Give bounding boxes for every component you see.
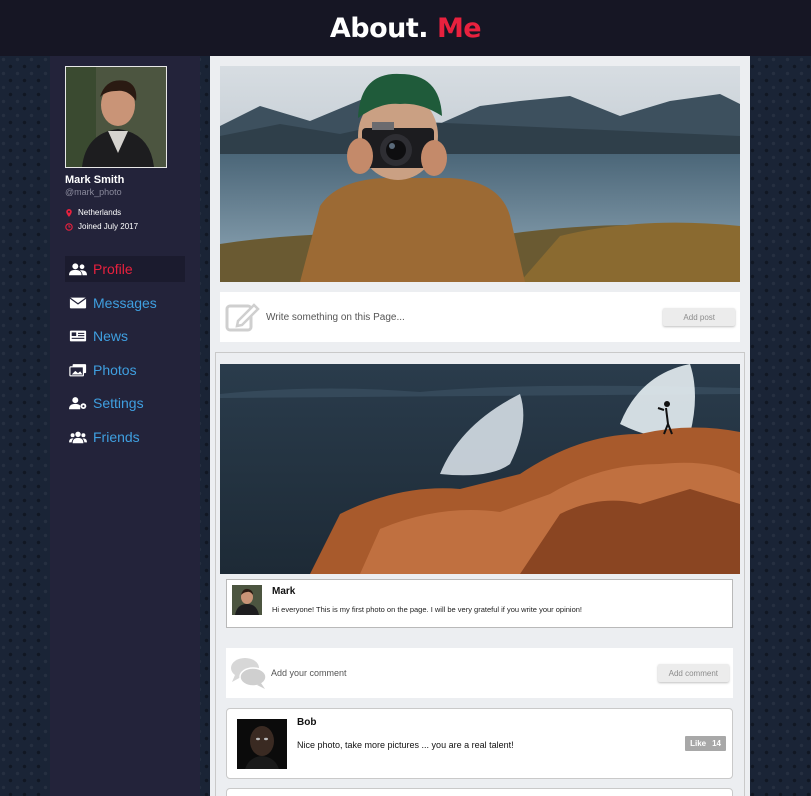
post-input[interactable] — [266, 311, 664, 323]
joined-text: Joined July 2017 — [78, 222, 139, 231]
envelope-icon — [69, 297, 87, 308]
nav-label: Friends — [93, 428, 140, 445]
site-logo[interactable]: About. Me — [329, 12, 482, 44]
map-pin-icon — [66, 208, 72, 217]
comment-author[interactable]: Bob — [297, 717, 316, 728]
logo-accent: Me — [436, 12, 482, 44]
cover-photo — [220, 66, 740, 282]
clock-icon — [65, 222, 73, 231]
profile-name: Mark Smith — [65, 174, 125, 186]
post-text: Hi everyone! This is my first photo on t… — [272, 605, 583, 614]
nav-label: Photos — [93, 361, 137, 378]
location-text: Netherlands — [78, 208, 122, 217]
post-image — [220, 364, 740, 574]
nav-item-profile[interactable]: Profile — [65, 256, 185, 282]
comment-item — [226, 788, 733, 796]
author-avatar[interactable] — [232, 585, 262, 615]
nav-label: News — [93, 328, 129, 344]
like-label: Like — [690, 739, 707, 748]
commenter-avatar-image — [237, 719, 287, 769]
avatar-photo — [66, 67, 166, 167]
comment-text: Nice photo, take more pictures ... you a… — [297, 740, 514, 750]
sidebar-nav: Profile Messages News Photos Settings Fr… — [65, 256, 185, 457]
post-composer: Add post — [220, 292, 740, 342]
newspaper-icon — [69, 330, 87, 342]
comments-icon — [231, 658, 267, 689]
cover-image — [220, 66, 740, 282]
comment-item: Bob Nice photo, take more pictures ... y… — [226, 708, 733, 779]
post-card: Mark Hi everyone! This is my first photo… — [215, 352, 745, 796]
post-photo[interactable] — [220, 364, 740, 574]
add-comment-button[interactable]: Add comment — [657, 664, 729, 682]
profile-handle: @mark_photo — [65, 187, 122, 197]
user-gear-icon — [69, 397, 87, 410]
like-button[interactable]: Like 14 — [685, 736, 726, 751]
nav-item-settings[interactable]: Settings — [65, 390, 185, 416]
nav-item-photos[interactable]: Photos — [65, 357, 185, 383]
nav-label: Messages — [93, 294, 157, 311]
comment-form: Add comment — [226, 648, 733, 698]
nav-label: Settings — [93, 395, 144, 411]
post-author[interactable]: Mark — [272, 586, 295, 597]
users-icon — [69, 431, 87, 443]
profile-avatar[interactable] — [65, 66, 167, 168]
joined-row: Joined July 2017 — [65, 222, 138, 231]
commenter-avatar[interactable] — [237, 719, 287, 769]
nav-item-messages[interactable]: Messages — [65, 290, 185, 316]
add-post-button[interactable]: Add post — [663, 308, 735, 326]
location-row: Netherlands — [65, 208, 121, 217]
logo-main: About. — [329, 12, 429, 44]
users-icon — [69, 263, 87, 276]
post-caption: Mark Hi everyone! This is my first photo… — [226, 579, 733, 628]
images-icon — [69, 363, 87, 376]
main-content: Add post — [210, 56, 750, 796]
top-header: About. Me — [0, 0, 811, 56]
pencil-square-icon — [225, 303, 260, 332]
author-avatar-image — [232, 585, 262, 615]
nav-item-friends[interactable]: Friends — [65, 424, 185, 450]
nav-label: Profile — [93, 261, 133, 277]
like-count: 14 — [712, 739, 721, 748]
nav-item-news[interactable]: News — [65, 323, 185, 349]
comment-input[interactable] — [271, 668, 658, 678]
sidebar: Mark Smith @mark_photo Netherlands Joine… — [50, 56, 200, 796]
